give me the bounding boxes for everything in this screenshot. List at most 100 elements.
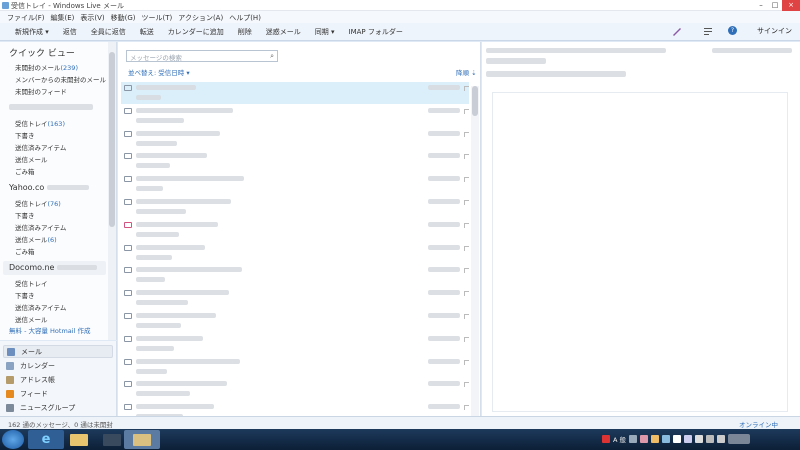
yahoo-folder-drafts[interactable]: 下書き [15,210,35,220]
volume-icon[interactable] [717,435,726,443]
flag-icon[interactable] [464,268,469,274]
new-button[interactable]: 新規作成 ▾ [8,27,56,37]
forward-button[interactable]: 転送 [133,27,161,37]
message-row[interactable] [121,310,469,332]
tray-icon-4[interactable] [662,435,671,443]
qv-unread-feeds[interactable]: 未開封のフィード [15,86,67,96]
tray-icon-6[interactable] [684,435,693,443]
flag-icon[interactable] [464,291,469,297]
flag-icon[interactable] [464,177,469,183]
qv-unread-mail[interactable]: 未開封のメール(239) [15,62,78,72]
flag-icon[interactable] [464,108,469,114]
folder-outbox[interactable]: 送信メール [15,154,48,164]
tray-icon-3[interactable] [651,435,660,443]
flag-icon[interactable] [464,131,469,137]
yahoo-folder-outbox[interactable]: 送信メール(6) [15,234,57,244]
menu-file[interactable]: ファイル(F) [4,11,48,23]
flag-icon[interactable] [695,435,704,443]
message-row[interactable] [121,128,469,150]
tray-icon-2[interactable] [640,435,649,443]
sort-dropdown[interactable]: 並べ替え: 受信日時 ▾ [128,67,190,77]
docomo-folder-sent[interactable]: 送信済みアイテム [15,302,66,312]
message-row[interactable] [121,356,469,378]
qv-unread-contacts[interactable]: メンバーからの未開封のメール [15,74,106,84]
docomo-folder-outbox[interactable]: 送信メール [15,314,48,324]
signin-button[interactable]: サインイン [757,26,792,36]
ime-mode-indicator[interactable]: A 般 [613,434,626,444]
sort-direction-toggle[interactable]: 降順 ⇣ [456,67,477,77]
menu-help[interactable]: ヘルプ(H) [226,11,264,23]
nav-calendar[interactable]: カレンダー [3,359,113,372]
scrollbar-thumb[interactable] [109,52,115,227]
search-icon[interactable]: ⌕ [270,52,274,61]
folder-drafts[interactable]: 下書き [15,130,35,140]
reply-button[interactable]: 返信 [56,27,84,37]
yahoo-folder-sent[interactable]: 送信済みアイテム [15,222,66,232]
menu-tools[interactable]: ツール(T) [139,11,176,23]
search-input[interactable]: メッセージの検索 ⌕ [126,50,278,62]
help-icon[interactable]: ? [728,26,737,35]
flag-icon[interactable] [464,359,469,365]
flag-icon[interactable] [464,154,469,160]
online-status[interactable]: オンライン中 [739,419,778,429]
menu-go[interactable]: 移動(G) [108,11,139,23]
docomo-folder-drafts[interactable]: 下書き [15,290,35,300]
nav-mail[interactable]: メール [3,345,113,358]
sync-button[interactable]: 同期 ▾ [308,27,342,37]
message-list-scrollbar[interactable] [471,86,479,416]
flag-icon[interactable] [464,405,469,411]
message-row[interactable] [121,287,469,309]
menu-edit[interactable]: 編集(E) [48,11,78,23]
layout-icon[interactable] [703,26,713,36]
account-1-title[interactable] [9,102,93,111]
folder-scrollbar[interactable] [108,42,116,340]
live-mail-taskbar-icon[interactable] [124,430,160,449]
account-yahoo-title[interactable]: Yahoo.co [9,183,89,192]
message-row[interactable] [121,105,469,127]
nav-newsgroups[interactable]: ニュースグループ [3,401,113,414]
docomo-folder-inbox[interactable]: 受信トレイ [15,278,48,288]
imap-folder-button[interactable]: IMAP フォルダー [342,27,410,37]
folder-sent[interactable]: 送信済みアイテム [15,142,66,152]
flag-icon[interactable] [464,336,469,342]
flag-icon[interactable] [464,86,469,91]
menu-actions[interactable]: アクション(A) [175,11,226,23]
message-row[interactable] [121,401,469,416]
reply-all-button[interactable]: 全員に返信 [84,27,133,37]
message-row[interactable] [121,264,469,286]
close-button[interactable]: × [782,0,800,11]
junk-button[interactable]: 迷惑メール [259,27,308,37]
ie-taskbar-icon[interactable]: e [28,430,64,449]
yahoo-folder-inbox[interactable]: 受信トレイ(76) [15,198,61,208]
message-row[interactable] [121,219,469,241]
folder-trash[interactable]: ごみ箱 [15,166,35,176]
tray-ime-icon[interactable] [602,435,610,443]
nav-feeds[interactable]: フィード [3,387,113,400]
tray-icon-1[interactable] [629,435,638,443]
minimize-button[interactable]: – [754,0,768,11]
hotmail-signup-link[interactable]: 無料 - 大容量 Hotmail 作成 [9,325,90,335]
pen-icon[interactable] [672,26,682,36]
flag-icon[interactable] [464,222,469,228]
network-icon[interactable] [706,435,715,443]
maximize-button[interactable]: □ [768,0,782,11]
message-row[interactable] [121,150,469,172]
folder-inbox[interactable]: 受信トレイ(163) [15,118,65,128]
delete-button[interactable]: 削除 [231,27,259,37]
yahoo-folder-trash[interactable]: ごみ箱 [15,246,35,256]
flag-icon[interactable] [464,382,469,388]
message-row[interactable] [121,333,469,355]
menu-view[interactable]: 表示(V) [77,11,107,23]
message-row[interactable] [121,242,469,264]
message-row[interactable] [121,378,469,400]
message-row[interactable] [121,173,469,195]
scrollbar-thumb[interactable] [472,86,478,116]
flag-icon[interactable] [464,314,469,319]
start-button[interactable] [2,430,24,449]
nav-contacts[interactable]: アドレス帳 [3,373,113,386]
message-row[interactable] [121,82,469,104]
add-to-calendar-button[interactable]: カレンダーに追加 [161,27,231,37]
explorer-taskbar-icon[interactable] [61,430,97,449]
message-row[interactable] [121,196,469,218]
account-docomo-title[interactable]: Docomo.ne [9,263,97,272]
